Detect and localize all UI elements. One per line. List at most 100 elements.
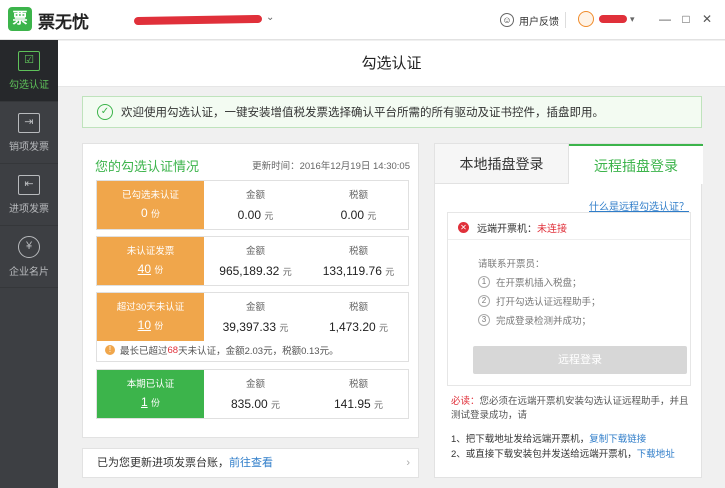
row-label: 已勾选未认证 <box>121 190 179 201</box>
sidebar: ☑ 勾选认证 ⇥ 销项发票 ⇤ 进项发票 ¥ 企业名片 <box>0 40 58 488</box>
tax-value: 1,473.20 元 <box>328 320 389 334</box>
app-name: 票无忧 <box>38 13 89 32</box>
company-card-icon: ¥ <box>18 235 40 258</box>
warning-prefix: 最长已超过 <box>120 346 168 357</box>
summary-row-uncertified[interactable]: 未认证发票 40 份 金额 965,189.32 元 税额 133,119.76… <box>96 236 409 286</box>
chevron-right-icon: › <box>406 457 410 469</box>
note-text: 您必须在远端开票机安装勾选认证远程助手，并且测试登录成功，请 <box>451 396 689 421</box>
app-logo-icon: 票 <box>8 7 32 31</box>
tax-header: 税额 <box>348 379 368 390</box>
ledger-update-text: 已为您更新进项发票台账， <box>97 457 229 469</box>
row-count: 0 份 <box>140 206 161 220</box>
download-option-1: 1、把下载地址发给远端开票机，复制下载链接 <box>451 431 646 445</box>
tax-header: 税额 <box>348 302 368 313</box>
tab-remote-login[interactable]: 远程插盘登录 <box>569 144 703 184</box>
maximize-button[interactable]: □ <box>676 9 696 29</box>
summary-row-checked-uncertified[interactable]: 已勾选未认证 0 份 金额 0.00 元 税额 0.00 元 <box>96 180 409 230</box>
login-panel: 本地插盘登录 远程插盘登录 什么是远程勾选认证？ ✕ 远端开票机： 未连接 请联系… <box>434 143 703 478</box>
amount-value: 0.00 元 <box>237 208 274 222</box>
step-item: 2 打开勾选认证远程助手； <box>478 294 601 308</box>
ledger-update-bar[interactable]: 已为您更新进项发票台账，前往查看 › <box>82 448 419 478</box>
tax-header: 税额 <box>348 246 368 257</box>
row-label-block: 本期已认证 1 份 <box>97 370 204 418</box>
feedback-icon: ☺ <box>500 13 514 27</box>
steps-title: 请联系开票员： <box>478 259 545 270</box>
step-number-icon: 3 <box>478 314 490 326</box>
company-selector[interactable]: ⌄ <box>133 12 274 27</box>
step-number-icon: 2 <box>478 295 490 307</box>
remote-status: ✕ 远端开票机： 未连接 <box>458 220 567 235</box>
error-icon: ✕ <box>458 222 469 233</box>
what-is-remote-link[interactable]: 什么是远程勾选认证？ <box>589 198 689 213</box>
warning-days: 68 <box>167 344 179 356</box>
tax-value: 0.00 元 <box>340 208 377 222</box>
banner-text: 欢迎使用勾选认证，一键安装增值税发票选择确认平台所需的所有驱动及证书控件，插盘即… <box>121 107 604 119</box>
row-label: 未认证发票 <box>126 246 175 257</box>
amount-value: 835.00 元 <box>230 397 281 411</box>
row-label: 超过30天未认证 <box>116 302 185 313</box>
redacted-user-name <box>599 15 627 23</box>
copy-download-link[interactable]: 复制下载链接 <box>589 434 646 445</box>
sidebar-item-sales-invoice[interactable]: ⇥ 销项发票 <box>0 102 58 164</box>
user-menu[interactable]: ▾ <box>578 11 635 27</box>
download-option-text: 1、把下载地址发给远端开票机， <box>451 434 590 445</box>
remote-status-box: ✕ 远端开票机： 未连接 请联系开票员： 1 在开票机插入税盘； 2 打开勾选认证… <box>447 212 691 386</box>
chevron-down-icon: ▾ <box>630 13 635 24</box>
sidebar-item-purchase-invoice[interactable]: ⇤ 进项发票 <box>0 164 58 226</box>
sidebar-item-label: 销项发票 <box>9 141 49 153</box>
view-ledger-link[interactable]: 前往查看 <box>229 457 273 469</box>
download-option-2: 2、或直接下载安装包并发送给远端开票机，下载地址 <box>451 446 675 460</box>
page-title: 勾选认证 <box>58 41 725 87</box>
step-item: 1 在开票机插入税盘； <box>478 275 582 289</box>
amount-header: 金额 <box>245 379 265 390</box>
check-circle-icon: ✓ <box>97 104 113 120</box>
warning-suffix: 天未认证，金额2.03元，税额0.13元。 <box>178 346 339 357</box>
row-label-block: 已勾选未认证 0 份 <box>97 181 204 229</box>
import-invoice-icon: ⇤ <box>18 174 40 195</box>
step-number-icon: 1 <box>478 276 490 288</box>
row-label-block: 未认证发票 40 份 <box>97 237 204 285</box>
overdue-warning: ! 最长已超过 68 天未认证，金额2.03元，税额0.13元。 <box>105 343 339 357</box>
feedback-label: 用户反馈 <box>519 16 559 28</box>
sidebar-item-check-certify[interactable]: ☑ 勾选认证 <box>0 40 58 102</box>
amount-value: 39,397.33 元 <box>222 320 289 334</box>
divider <box>448 239 690 240</box>
remote-login-button[interactable]: 远程登录 <box>473 346 687 374</box>
row-count[interactable]: 40 份 <box>97 262 204 276</box>
status-value: 未连接 <box>537 224 567 235</box>
sidebar-item-company-card[interactable]: ¥ 企业名片 <box>0 226 58 288</box>
step-text: 完成登录检测并成功； <box>496 316 592 327</box>
tax-value: 141.95 元 <box>333 397 384 411</box>
step-text: 在开票机插入税盘； <box>496 278 582 289</box>
row-label: 本期已认证 <box>126 379 175 390</box>
feedback-button[interactable]: ☺ 用户反馈 <box>500 11 559 29</box>
app-window: 票 票无忧 ⌄ ☺ 用户反馈 ▾ — □ ✕ ☑ 勾选认证 ⇥ 销项发票 ⇤ 进… <box>0 0 725 488</box>
warning-icon: ! <box>105 345 115 355</box>
minimize-button[interactable]: — <box>655 9 675 29</box>
sidebar-item-label: 勾选认证 <box>9 79 49 91</box>
download-option-text: 2、或直接下载安装包并发送给远端开票机， <box>451 449 637 460</box>
window-controls: — □ ✕ <box>654 9 717 29</box>
row-count[interactable]: 1 份 <box>97 395 204 409</box>
tab-local-login[interactable]: 本地插盘登录 <box>435 144 569 184</box>
status-label: 远端开票机： <box>477 224 537 235</box>
tax-header: 税额 <box>348 190 368 201</box>
sidebar-item-label: 企业名片 <box>9 266 49 278</box>
summary-title: 您的勾选认证情况 <box>95 159 200 174</box>
chevron-down-icon: ⌄ <box>266 12 275 23</box>
summary-row-certified-this-period[interactable]: 本期已认证 1 份 金额 835.00 元 税额 141.95 元 <box>96 369 409 419</box>
tax-value: 133,119.76 元 <box>322 264 395 278</box>
summary-row-over-30-days[interactable]: 超过30天未认证 10 份 金额 39,397.33 元 税额 1,473.20… <box>96 292 409 362</box>
amount-header: 金额 <box>245 190 265 201</box>
avatar <box>578 11 594 27</box>
step-text: 打开勾选认证远程助手； <box>496 297 601 308</box>
row-count[interactable]: 10 份 <box>97 318 204 332</box>
download-address-link[interactable]: 下载地址 <box>637 449 675 460</box>
welcome-banner: ✓ 欢迎使用勾选认证，一键安装增值税发票选择确认平台所需的所有驱动及证书控件，插… <box>82 96 702 128</box>
amount-header: 金额 <box>245 302 265 313</box>
step-item: 3 完成登录检测并成功； <box>478 313 591 327</box>
close-button[interactable]: ✕ <box>697 9 717 29</box>
redacted-company-name <box>133 14 263 26</box>
row-label-block: 超过30天未认证 10 份 <box>97 293 204 341</box>
required-note: 必读：您必须在远端开票机安装勾选认证远程助手，并且测试登录成功，请 <box>451 395 691 423</box>
